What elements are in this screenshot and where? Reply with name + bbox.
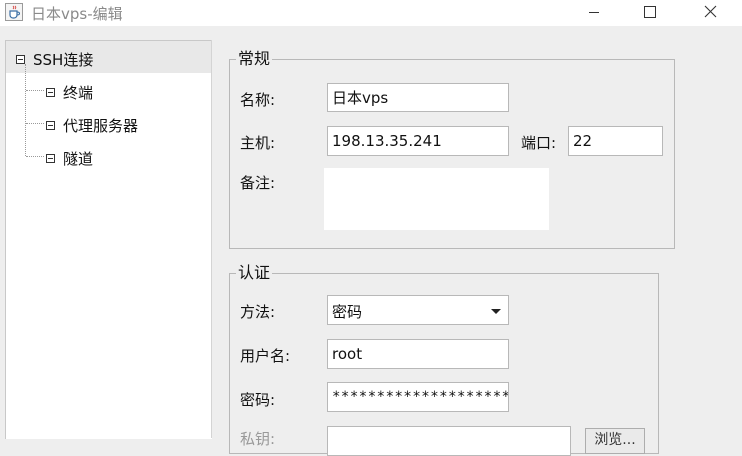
tree-connector (26, 123, 44, 124)
host-input[interactable]: 198.13.35.241 (327, 126, 509, 156)
name-label: 名称: (240, 91, 276, 109)
collapse-icon[interactable] (46, 88, 55, 97)
auth-group-title: 认证 (238, 263, 271, 282)
password-input[interactable]: ********************** (327, 382, 509, 412)
method-label: 方法: (240, 303, 276, 321)
collapse-icon[interactable] (46, 154, 55, 163)
tree-item-label: 终端 (63, 84, 94, 102)
minimize-icon (588, 4, 600, 22)
port-label: 端口: (521, 134, 557, 152)
tree-item-label: 代理服务器 (63, 117, 139, 135)
private-key-label: 私钥: (240, 430, 276, 448)
close-icon (704, 4, 717, 22)
title-bar: 日本vps-编辑 (0, 0, 742, 26)
browse-button[interactable]: 浏览... (585, 428, 645, 454)
note-textarea[interactable] (324, 168, 549, 230)
general-group-title: 常规 (238, 49, 271, 68)
note-label: 备注: (240, 174, 276, 192)
collapse-icon[interactable] (16, 55, 25, 64)
host-label: 主机: (240, 134, 276, 152)
java-cup-icon (5, 3, 23, 21)
collapse-icon[interactable] (46, 121, 55, 130)
tree-item-terminal[interactable]: 终端 (46, 82, 93, 103)
tree-item-label: SSH连接 (33, 51, 94, 69)
port-input[interactable]: 22 (568, 126, 663, 156)
tree-item-tunnel[interactable]: 隧道 (46, 148, 93, 169)
settings-tree: SSH连接 终端 代理服务器 隧道 (5, 40, 212, 439)
minimize-button[interactable] (566, 0, 622, 26)
panel-divider[interactable] (211, 40, 212, 438)
tree-connector (26, 90, 44, 91)
close-button[interactable] (682, 0, 738, 26)
maximize-button[interactable] (622, 0, 678, 26)
username-label: 用户名: (240, 347, 291, 365)
tree-item-ssh[interactable]: SSH连接 (16, 49, 93, 70)
username-input[interactable]: root (327, 339, 509, 369)
private-key-input[interactable] (327, 426, 571, 456)
password-label: 密码: (240, 391, 276, 409)
tree-item-label: 隧道 (63, 150, 94, 168)
tree-connector (26, 156, 44, 157)
maximize-icon (644, 4, 656, 22)
method-select[interactable]: 密码 (327, 295, 509, 325)
chevron-down-icon (491, 309, 501, 314)
tree-connector (25, 64, 26, 156)
method-select-value: 密码 (332, 303, 363, 321)
name-input[interactable]: 日本vps (327, 83, 509, 112)
tree-item-proxy[interactable]: 代理服务器 (46, 115, 138, 136)
window-title: 日本vps-编辑 (31, 5, 123, 23)
